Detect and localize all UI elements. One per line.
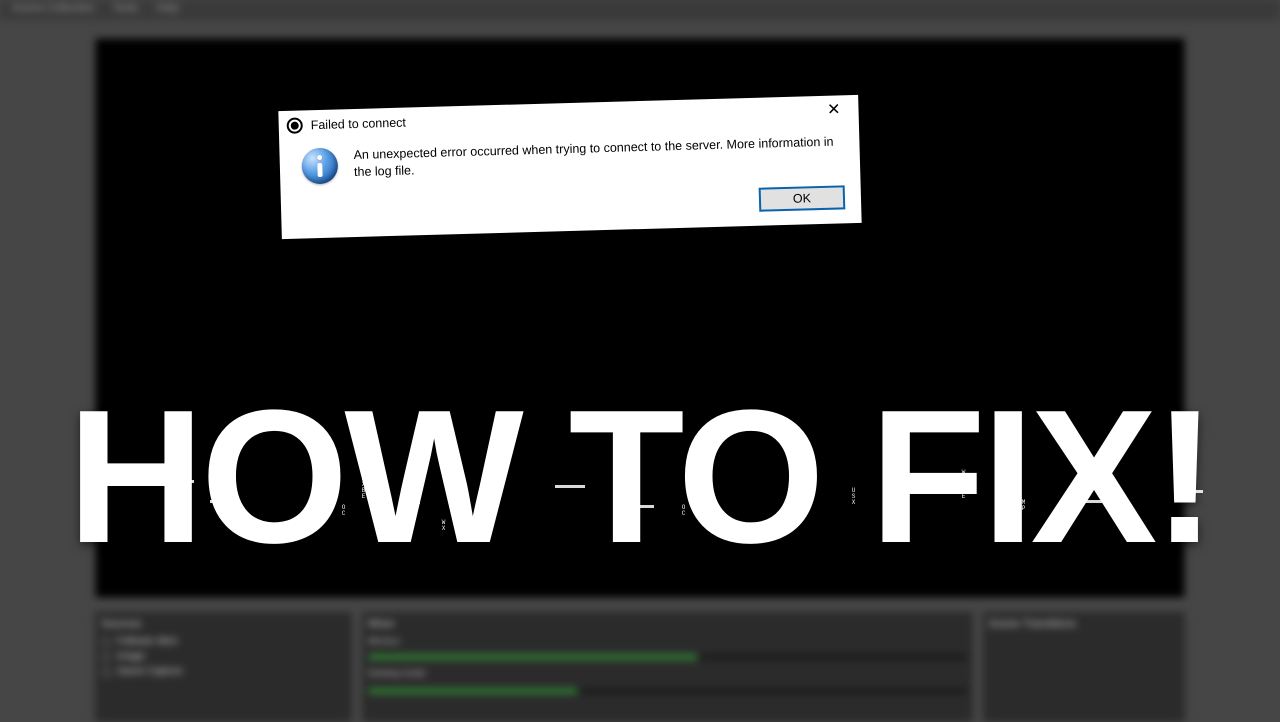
close-icon[interactable]: ✕ — [819, 98, 849, 123]
panel-header: Scene Transitions — [989, 618, 1179, 630]
menu-item[interactable]: Tools — [113, 2, 139, 18]
eye-icon — [101, 667, 111, 677]
transitions-panel: Scene Transitions — [983, 612, 1185, 722]
source-row[interactable]: Game Capture — [101, 666, 346, 677]
info-icon — [301, 147, 338, 184]
error-dialog: Failed to connect ✕ An unexpected error … — [278, 95, 861, 239]
volume-slider[interactable] — [368, 654, 967, 660]
ok-button[interactable]: OK — [759, 185, 846, 211]
menu-bar: Scene Collection Tools Help — [0, 0, 1280, 20]
eye-icon — [101, 652, 111, 662]
source-row[interactable]: Follower Alert — [101, 636, 346, 647]
bottom-panels: Sources Follower Alert Image Game Captur… — [95, 612, 1185, 722]
sources-panel: Sources Follower Alert Image Game Captur… — [95, 612, 352, 722]
app-icon — [287, 117, 303, 133]
menu-item[interactable]: Scene Collection — [12, 2, 95, 18]
source-row[interactable]: Image — [101, 651, 346, 662]
volume-slider[interactable] — [368, 688, 967, 694]
dialog-message: An unexpected error occurred when trying… — [353, 132, 838, 181]
mixer-panel: Mixer Mic/Aux Desktop Audio — [362, 612, 973, 722]
menu-item[interactable]: Help — [156, 2, 179, 18]
eye-icon — [101, 637, 111, 647]
dialog-title: Failed to connect — [311, 116, 407, 133]
panel-header: Sources — [101, 618, 346, 630]
panel-header: Mixer — [368, 618, 967, 630]
